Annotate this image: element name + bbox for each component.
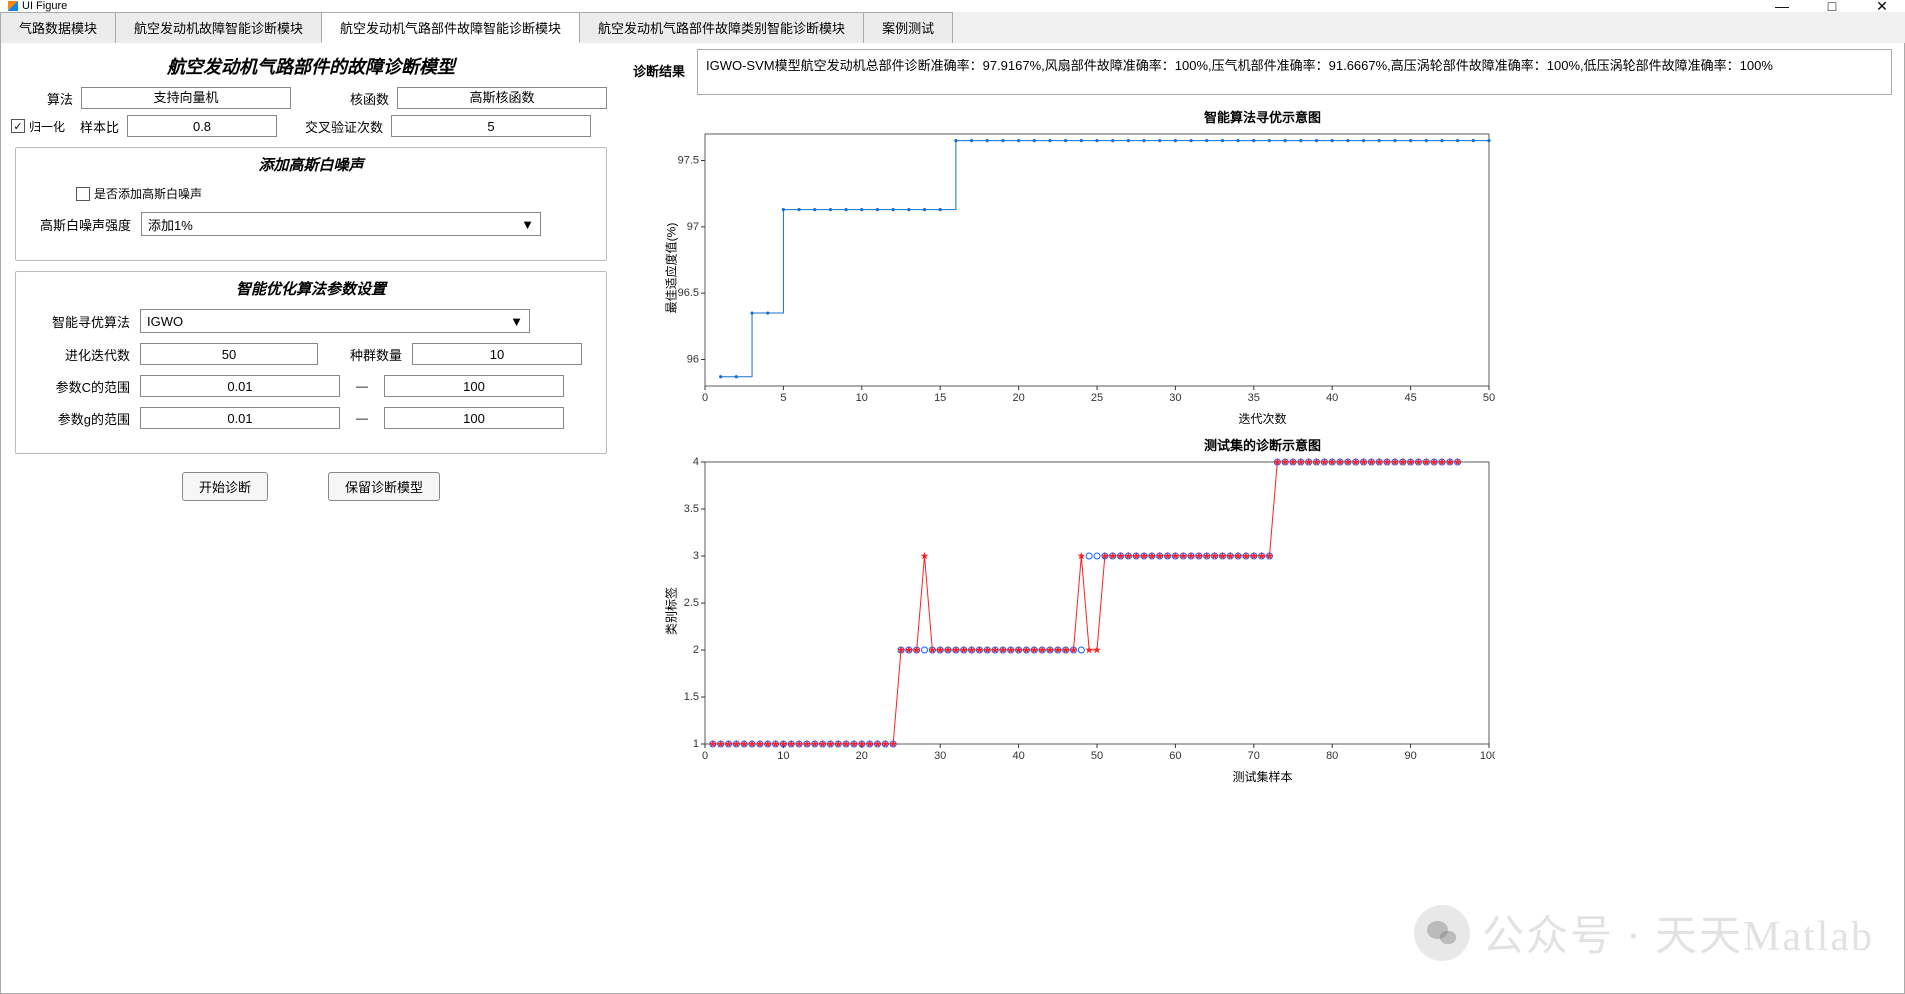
fitness-chart: 智能算法寻优示意图 最佳适应度值(%) 0 5 10 15 20 25 30 35 40 45 50… <box>635 107 1890 427</box>
watermark: 公众号 · 天天Matlab <box>1414 902 1874 963</box>
normalize-label: 归一化 <box>29 118 65 135</box>
pop-label: 种群数量 <box>344 345 402 364</box>
svg-text:50: 50 <box>1091 750 1103 762</box>
test-xlabel: 测试集样本 <box>635 768 1890 785</box>
svg-text:97.5: 97.5 <box>678 155 699 167</box>
svg-text:1: 1 <box>693 738 699 750</box>
svg-text:30: 30 <box>934 750 946 762</box>
tab-case-test[interactable]: 案例测试 <box>863 12 953 43</box>
test-chart-title: 测试集的诊断示意图 <box>635 435 1890 454</box>
noise-intensity-label: 高斯白噪声强度 <box>40 215 131 234</box>
svg-text:5: 5 <box>780 392 786 404</box>
noise-group: 添加高斯白噪声 是否添加高斯白噪声 高斯白噪声强度 添加1% ▼ <box>15 147 607 261</box>
tab-bar: 气路数据模块 航空发动机故障智能诊断模块 航空发动机气路部件故障智能诊断模块 航… <box>0 12 1905 43</box>
svg-text:40: 40 <box>1326 392 1338 404</box>
fitness-chart-title: 智能算法寻优示意图 <box>635 107 1890 126</box>
right-panel: 诊断结果 IGWO-SVM模型航空发动机总部件诊断准确率：97.9167%,风扇… <box>621 43 1904 993</box>
cv-label: 交叉验证次数 <box>305 117 383 136</box>
svg-text:90: 90 <box>1404 750 1416 762</box>
svg-text:10: 10 <box>777 750 789 762</box>
svg-text:20: 20 <box>856 750 868 762</box>
svg-text:80: 80 <box>1326 750 1338 762</box>
iter-input[interactable] <box>140 343 318 365</box>
svg-text:3: 3 <box>693 550 699 562</box>
dash: — <box>350 411 374 425</box>
svg-text:40: 40 <box>1012 750 1024 762</box>
svg-text:97: 97 <box>687 221 699 233</box>
tab-gas-path-component[interactable]: 航空发动机气路部件故障智能诊断模块 <box>321 12 580 43</box>
test-ylabel: 类别标签 <box>663 587 680 635</box>
app-logo <box>8 1 18 11</box>
g-high-input[interactable] <box>384 407 564 429</box>
tab-data-module[interactable]: 气路数据模块 <box>0 12 116 43</box>
svg-text:10: 10 <box>856 392 868 404</box>
normalize-checkbox[interactable]: ✓ 归一化 <box>11 118 65 135</box>
add-noise-label: 是否添加高斯白噪声 <box>94 185 202 202</box>
test-chart-svg: 0 10 20 30 40 50 60 70 80 90 100 1 1.5 2 2.5 3 3.5 4 <box>675 456 1495 766</box>
sample-ratio-label: 样本比 <box>73 117 119 136</box>
svg-text:20: 20 <box>1012 392 1024 404</box>
chevron-down-icon: ▼ <box>521 217 534 232</box>
svg-text:2: 2 <box>693 644 699 656</box>
save-model-button[interactable]: 保留诊断模型 <box>328 472 440 501</box>
svg-text:1.5: 1.5 <box>684 691 699 703</box>
sample-ratio-input[interactable] <box>127 115 277 137</box>
noise-group-title: 添加高斯白噪声 <box>16 154 606 175</box>
optim-algo-label: 智能寻优算法 <box>40 312 130 331</box>
window-title: UI Figure <box>22 0 67 12</box>
chevron-down-icon: ▼ <box>510 314 523 329</box>
g-low-input[interactable] <box>140 407 340 429</box>
algorithm-label: 算法 <box>17 89 73 108</box>
result-text: IGWO-SVM模型航空发动机总部件诊断准确率：97.9167%,风扇部件故障准… <box>697 49 1892 95</box>
svg-text:100: 100 <box>1480 750 1495 762</box>
svg-text:70: 70 <box>1248 750 1260 762</box>
fitness-ylabel: 最佳适应度值(%) <box>663 223 680 314</box>
tab-engine-fault[interactable]: 航空发动机故障智能诊断模块 <box>115 12 322 43</box>
pop-input[interactable] <box>412 343 582 365</box>
dash: — <box>350 379 374 393</box>
svg-text:25: 25 <box>1091 392 1103 404</box>
fitness-xlabel: 迭代次数 <box>635 410 1890 427</box>
svg-text:30: 30 <box>1169 392 1181 404</box>
titlebar: UI Figure — □ ✕ <box>0 0 1905 12</box>
optim-group-title: 智能优化算法参数设置 <box>16 278 606 299</box>
g-range-label: 参数g的范围 <box>40 409 130 428</box>
svg-text:4: 4 <box>693 456 699 468</box>
kernel-label: 核函数 <box>333 89 389 108</box>
start-diagnosis-button[interactable]: 开始诊断 <box>182 472 268 501</box>
svg-text:45: 45 <box>1404 392 1416 404</box>
c-range-label: 参数C的范围 <box>40 377 130 396</box>
svg-text:60: 60 <box>1169 750 1181 762</box>
optim-algo-dropdown[interactable]: IGWO ▼ <box>140 309 530 333</box>
svg-text:96.5: 96.5 <box>678 287 699 299</box>
svg-text:2.5: 2.5 <box>684 597 699 609</box>
svg-text:50: 50 <box>1483 392 1495 404</box>
c-low-input[interactable] <box>140 375 340 397</box>
svg-text:35: 35 <box>1248 392 1260 404</box>
c-high-input[interactable] <box>384 375 564 397</box>
tab-gas-path-category[interactable]: 航空发动机气路部件故障类别智能诊断模块 <box>579 12 864 43</box>
left-panel: 航空发动机气路部件的故障诊断模型 算法 支持向量机 核函数 高斯核函数 ✓ 归一… <box>1 43 621 993</box>
svg-text:0: 0 <box>702 392 708 404</box>
svg-text:15: 15 <box>934 392 946 404</box>
optim-group: 智能优化算法参数设置 智能寻优算法 IGWO ▼ 进化迭代数 种群数量 <box>15 271 607 454</box>
panel-title: 航空发动机气路部件的故障诊断模型 <box>7 53 615 79</box>
svg-text:3.5: 3.5 <box>684 503 699 515</box>
fitness-chart-svg: 0 5 10 15 20 25 30 35 40 45 50 96 96.5 97 97.5 <box>675 128 1495 408</box>
cv-input[interactable] <box>391 115 591 137</box>
add-noise-checkbox[interactable]: 是否添加高斯白噪声 <box>76 185 202 202</box>
wechat-icon <box>1414 905 1470 961</box>
noise-intensity-dropdown[interactable]: 添加1% ▼ <box>141 212 541 236</box>
result-label: 诊断结果 <box>633 49 693 80</box>
algorithm-value: 支持向量机 <box>81 87 291 109</box>
test-chart: 测试集的诊断示意图 类别标签 0 10 20 30 40 50 60 70 80 90 100 1 1.… <box>635 435 1890 785</box>
iter-label: 进化迭代数 <box>40 345 130 364</box>
svg-text:0: 0 <box>702 750 708 762</box>
kernel-value: 高斯核函数 <box>397 87 607 109</box>
svg-text:96: 96 <box>687 353 699 365</box>
